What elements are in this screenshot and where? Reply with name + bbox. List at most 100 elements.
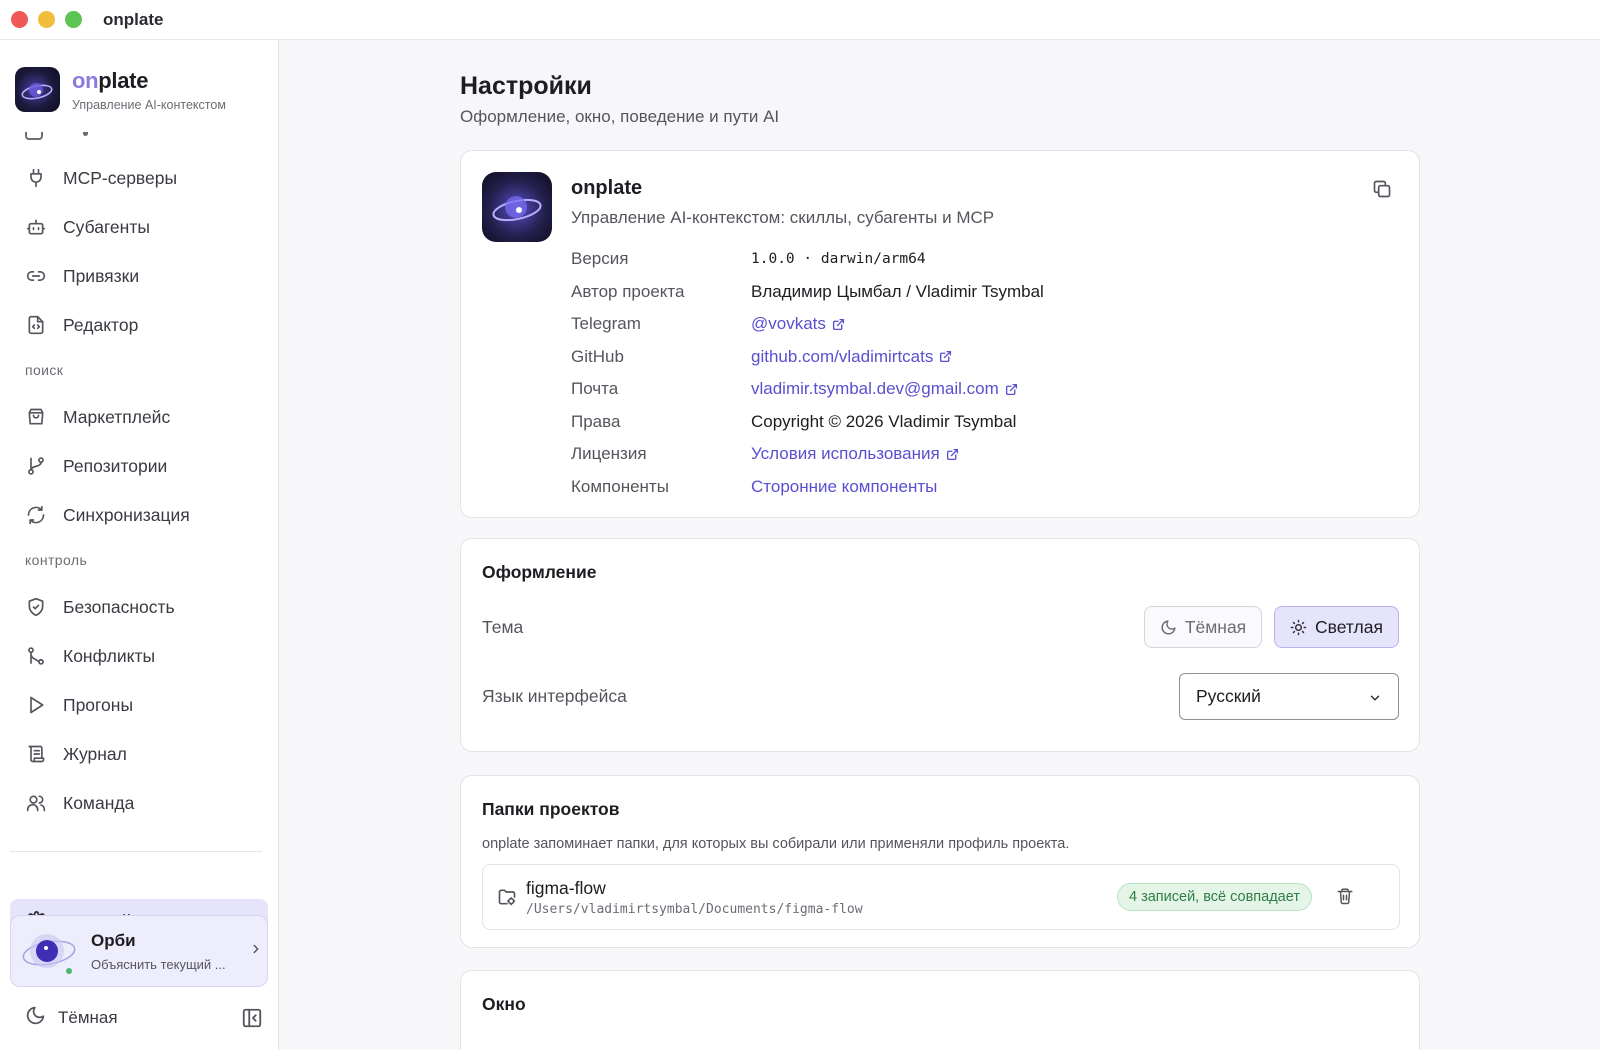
sidebar-item-subagents[interactable]: Субагенты <box>10 205 268 249</box>
sidebar-item-label: Синхронизация <box>63 504 190 525</box>
sidebar-item-bindings[interactable]: Привязки <box>10 254 268 298</box>
orbi-name: Орби <box>91 930 136 950</box>
appearance-title: Оформление <box>482 562 597 582</box>
orbi-subtitle: Объяснить текущий ... <box>91 956 226 972</box>
license-link[interactable]: Условия использования <box>751 444 959 464</box>
sidebar-item-team[interactable]: Команда <box>10 781 268 825</box>
info-row-components: Компоненты Сторонние компоненты <box>571 471 1044 504</box>
info-label: Почта <box>571 379 619 399</box>
sidebar-item-security[interactable]: Безопасность <box>10 585 268 629</box>
moon-icon <box>25 1005 46 1031</box>
external-link-icon <box>832 318 844 330</box>
chevron-down-icon <box>1368 689 1382 710</box>
sidebar-item-marketplace[interactable]: Маркетплейс <box>10 395 268 439</box>
refresh-icon <box>25 504 47 526</box>
copy-icon[interactable] <box>1372 179 1394 201</box>
about-app-name: onplate <box>571 177 643 199</box>
brand-subtitle: Управление AI-контекстом <box>72 97 226 112</box>
info-row-license: Лицензия Условия использования <box>571 438 1044 471</box>
link-icon <box>25 265 47 287</box>
partial-item-label <box>83 132 88 136</box>
partial-item-icon <box>25 132 45 142</box>
sidebar-item-label: Привязки <box>63 265 140 286</box>
sidebar-item-label: Репозитории <box>63 455 168 476</box>
users-icon <box>25 792 47 814</box>
info-label: Telegram <box>571 314 641 334</box>
window-controls <box>11 11 82 28</box>
external-link-icon <box>1005 383 1017 395</box>
sidebar-item-conflicts[interactable]: Конфликты <box>10 634 268 678</box>
title-bar: onplate <box>0 0 1600 40</box>
sidebar-item-sync[interactable]: Синхронизация <box>10 493 268 537</box>
orbi-avatar <box>19 921 79 981</box>
sidebar-item-journal[interactable]: Журнал <box>10 732 268 776</box>
components-link[interactable]: Сторонние компоненты <box>751 477 937 497</box>
section-label-search: поиск <box>25 362 64 378</box>
info-row-github: GitHub github.com/vladimirtcats <box>571 341 1044 374</box>
theme-label: Тема <box>482 617 524 637</box>
sidebar-divider <box>10 851 262 852</box>
folder-path: /Users/vladimirtsymbal/Documents/figma-f… <box>526 902 863 917</box>
chevron-right-icon <box>249 942 263 961</box>
theme-light-button[interactable]: Светлая <box>1274 606 1399 648</box>
minimize-window-button[interactable] <box>38 11 55 28</box>
sidebar-item-repositories[interactable]: Репозитории <box>10 444 268 488</box>
external-link-icon <box>946 448 958 460</box>
zoom-window-button[interactable] <box>65 11 82 28</box>
scroll-icon <box>25 743 47 765</box>
main-content: Настройки Оформление, окно, поведение и … <box>280 40 1600 1050</box>
sidebar-item-label: Субагенты <box>63 216 150 237</box>
info-label: Права <box>571 411 621 431</box>
info-label: GitHub <box>571 346 624 366</box>
merge-icon <box>25 645 47 667</box>
list-item[interactable]: figma-flow /Users/vladimirtsymbal/Docume… <box>482 864 1400 930</box>
external-link-icon <box>940 351 952 363</box>
sidebar-item-label: Прогоны <box>63 694 134 715</box>
collapse-sidebar-icon[interactable] <box>241 1007 263 1029</box>
version-value: 1.0.0 · darwin/arm64 <box>751 251 926 268</box>
section-label-control: контроль <box>25 552 88 568</box>
bot-icon <box>25 216 47 238</box>
close-window-button[interactable] <box>11 11 28 28</box>
orbi-assistant-card[interactable]: Орби Объяснить текущий ... <box>10 915 268 987</box>
theme-dark-button[interactable]: Тёмная <box>1144 606 1262 648</box>
telegram-link[interactable]: @vovkats <box>751 314 845 334</box>
file-code-icon <box>25 314 47 336</box>
email-link[interactable]: vladimir.tsymbal.dev@gmail.com <box>751 379 1018 399</box>
moon-icon <box>1161 619 1176 634</box>
window-settings-card: Окно <box>460 970 1420 1050</box>
info-row-rights: Права Copyright © 2026 Vladimir Tsymbal <box>571 406 1044 439</box>
info-row-telegram: Telegram @vovkats <box>571 308 1044 341</box>
sidebar-nav: MCP-серверы Субагенты Привязки Редактор … <box>0 132 279 950</box>
author-value: Владимир Цымбал / Vladimir Tsymbal <box>751 281 1044 301</box>
about-description: Управление AI-контекстом: скиллы, субаге… <box>571 208 995 227</box>
brand: onplate Управление AI-контекстом <box>15 67 226 112</box>
store-icon <box>25 406 47 428</box>
info-row-email: Почта vladimir.tsymbal.dev@gmail.com <box>571 373 1044 406</box>
trash-icon[interactable] <box>1336 887 1354 910</box>
sidebar-item-label: Журнал <box>63 743 127 764</box>
theme-toggle[interactable]: Тёмная <box>25 1003 263 1033</box>
sidebar-item-mcp-servers[interactable]: MCP-серверы <box>10 156 268 200</box>
shield-icon <box>25 596 47 618</box>
sidebar-item-label: Маркетплейс <box>63 406 171 427</box>
about-info-list: Версия 1.0.0 · darwin/arm64 Автор проект… <box>571 243 1044 503</box>
appearance-card: Оформление Тема Тёмная Светлая Язык инте… <box>460 538 1420 752</box>
app-logo <box>15 67 60 112</box>
language-select-value: Русский <box>1196 686 1261 706</box>
github-link[interactable]: github.com/vladimirtcats <box>751 347 952 367</box>
about-card: onplate Управление AI-контекстом: скиллы… <box>460 150 1420 518</box>
language-select[interactable]: Русский <box>1179 673 1399 720</box>
project-folders-card: Папки проектов onplate запоминает папки,… <box>460 775 1420 948</box>
folder-name: figma-flow <box>526 878 606 898</box>
theme-toggle-label: Тёмная <box>58 1008 118 1027</box>
info-label: Версия <box>571 249 629 269</box>
brand-name: onplate <box>72 67 149 93</box>
sidebar-item-editor[interactable]: Редактор <box>10 303 268 347</box>
sidebar-item-label: Конфликты <box>63 645 156 666</box>
plug-icon <box>25 167 47 189</box>
copyright-value: Copyright © 2026 Vladimir Tsymbal <box>751 411 1017 431</box>
sidebar-item-runs[interactable]: Прогоны <box>10 683 268 727</box>
app-logo-large <box>482 172 552 242</box>
info-label: Лицензия <box>571 444 647 464</box>
